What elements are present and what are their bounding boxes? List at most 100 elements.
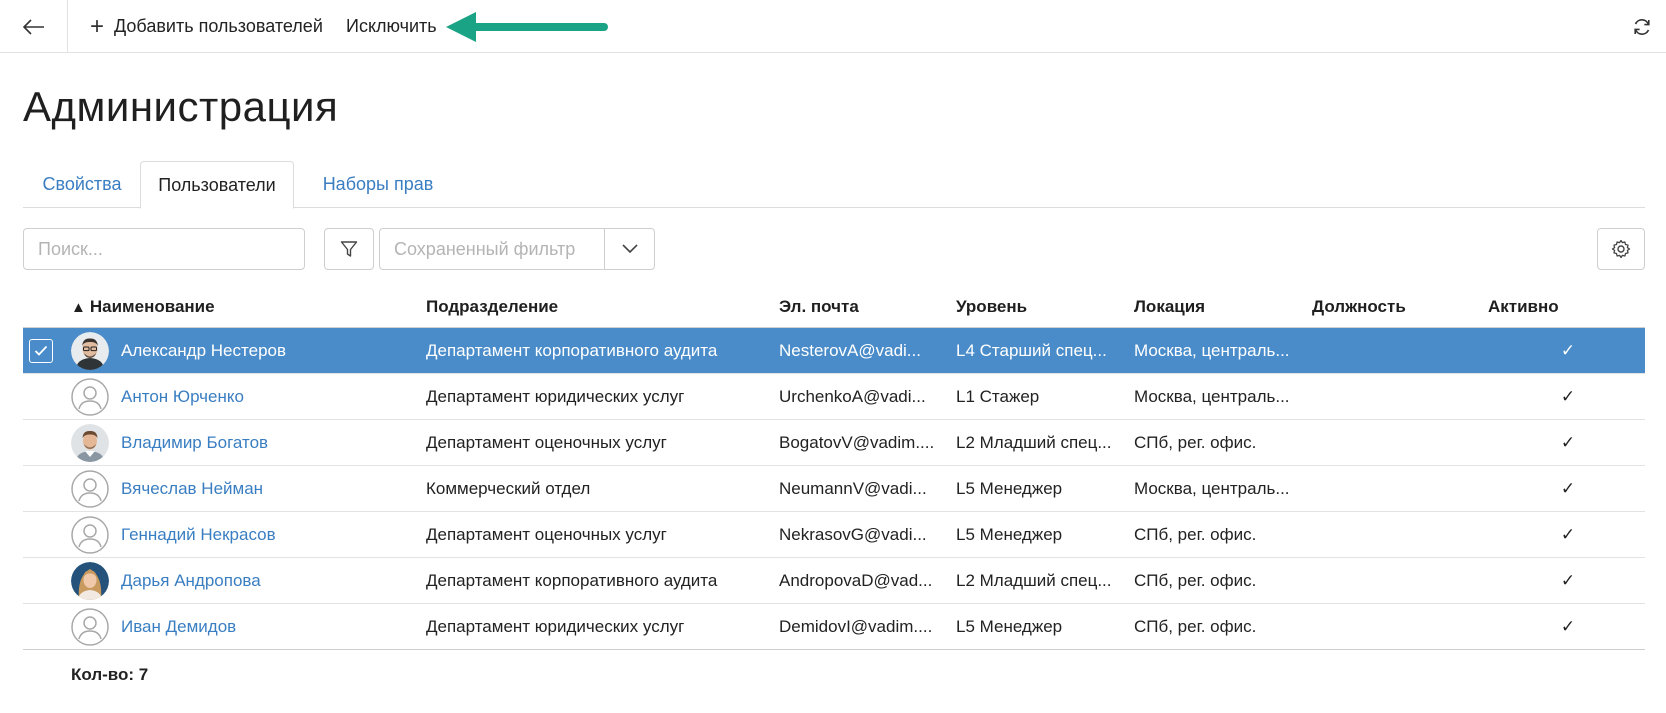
user-name[interactable]: Геннадий Некрасов bbox=[121, 512, 421, 558]
active-check-icon: ✓ bbox=[1560, 341, 1576, 360]
add-users-label: Добавить пользователей bbox=[114, 16, 323, 36]
avatar bbox=[71, 332, 109, 370]
top-toolbar: + Добавить пользователей Исключить bbox=[0, 0, 1666, 53]
column-header-name-label: Наименование bbox=[89, 297, 215, 316]
row-count: Кол-во: 7 bbox=[71, 665, 149, 684]
user-department: Департамент юридических услуг bbox=[426, 617, 685, 636]
user-name[interactable]: Дарья Андропова bbox=[121, 558, 421, 604]
gear-icon bbox=[1611, 239, 1631, 259]
user-level: L2 Младший спец... bbox=[956, 571, 1112, 590]
user-location: СПб, рег. офис. bbox=[1134, 525, 1257, 544]
user-department: Департамент оценочных услуг bbox=[426, 525, 667, 544]
avatar bbox=[71, 562, 109, 600]
user-level: L5 Менеджер bbox=[956, 479, 1063, 498]
tab-bar: Свойства Пользователи Наборы прав bbox=[23, 161, 1645, 209]
user-name[interactable]: Иван Демидов bbox=[121, 604, 421, 650]
annotation-arrow-icon bbox=[446, 12, 608, 42]
user-level: L5 Менеджер bbox=[956, 525, 1063, 544]
column-header-location[interactable]: Локация bbox=[1134, 286, 1205, 328]
saved-filter-dropdown-button[interactable] bbox=[604, 229, 654, 269]
refresh-button[interactable] bbox=[1632, 0, 1652, 53]
user-placeholder-icon bbox=[71, 516, 109, 554]
users-table: ▲ Наименование Подразделение Эл. почта У… bbox=[23, 286, 1645, 650]
funnel-icon bbox=[340, 241, 358, 257]
user-email: NeumannV@vadi... bbox=[779, 479, 927, 498]
table-row[interactable]: Александр Нестеров Департамент корпорати… bbox=[23, 328, 1645, 374]
user-level: L4 Старший спец... bbox=[956, 341, 1107, 360]
active-check-icon: ✓ bbox=[1560, 525, 1576, 544]
page-title: Администрация bbox=[23, 83, 339, 130]
active-check-icon: ✓ bbox=[1560, 433, 1576, 452]
active-check-icon: ✓ bbox=[1560, 479, 1576, 498]
table-row[interactable]: Владимир Богатов Департамент оценочных у… bbox=[23, 420, 1645, 466]
user-position bbox=[1312, 328, 1472, 374]
user-email: UrchenkoA@vadi... bbox=[779, 387, 926, 406]
user-department: Коммерческий отдел bbox=[426, 479, 591, 498]
filter-button[interactable] bbox=[324, 228, 374, 270]
user-location: Москва, централь... bbox=[1134, 387, 1290, 406]
user-placeholder-icon bbox=[71, 470, 109, 508]
avatar bbox=[71, 424, 109, 462]
back-button[interactable] bbox=[0, 0, 68, 53]
saved-filter-placeholder: Сохраненный фильтр bbox=[394, 238, 576, 259]
exclude-button[interactable]: Исключить bbox=[346, 0, 437, 53]
column-header-position[interactable]: Должность bbox=[1312, 286, 1406, 328]
row-checkbox[interactable] bbox=[29, 328, 53, 374]
user-position bbox=[1312, 512, 1472, 558]
table-row[interactable]: Вячеслав Нейман Коммерческий отдел Neuma… bbox=[23, 466, 1645, 512]
user-department: Департамент юридических услуг bbox=[426, 387, 685, 406]
table-row[interactable]: Геннадий Некрасов Департамент оценочных … bbox=[23, 512, 1645, 558]
user-position bbox=[1312, 374, 1472, 420]
user-email: BogatovV@vadim.... bbox=[779, 433, 935, 452]
plus-icon: + bbox=[90, 12, 105, 40]
user-department: Департамент корпоративного аудита bbox=[426, 571, 718, 590]
user-location: Москва, централь... bbox=[1134, 479, 1290, 498]
column-header-level[interactable]: Уровень bbox=[956, 286, 1027, 328]
table-row[interactable]: Дарья Андропова Департамент корпоративно… bbox=[23, 558, 1645, 604]
active-check-icon: ✓ bbox=[1560, 571, 1576, 590]
tab-permission-sets[interactable]: Наборы прав bbox=[307, 161, 449, 208]
user-name[interactable]: Вячеслав Нейман bbox=[121, 466, 421, 512]
user-location: Москва, централь... bbox=[1134, 341, 1290, 360]
user-department: Департамент корпоративного аудита bbox=[426, 341, 718, 360]
column-header-department[interactable]: Подразделение bbox=[426, 286, 558, 328]
user-position bbox=[1312, 420, 1472, 466]
user-placeholder-icon bbox=[71, 608, 109, 646]
column-header-active[interactable]: Активно bbox=[1488, 286, 1559, 328]
user-position bbox=[1312, 466, 1472, 512]
active-check-icon: ✓ bbox=[1560, 617, 1576, 636]
tab-properties[interactable]: Свойства bbox=[23, 161, 141, 208]
user-email: NesterovA@vadi... bbox=[779, 341, 921, 360]
checkbox-checked-icon bbox=[29, 339, 53, 363]
user-placeholder-icon bbox=[71, 378, 109, 416]
user-position bbox=[1312, 604, 1472, 650]
chevron-down-icon bbox=[621, 244, 638, 254]
user-email: AndropovaD@vad... bbox=[779, 571, 933, 590]
user-level: L5 Менеджер bbox=[956, 617, 1063, 636]
refresh-icon bbox=[1634, 18, 1650, 35]
saved-filter-select[interactable]: Сохраненный фильтр bbox=[379, 228, 655, 270]
user-name[interactable]: Владимир Богатов bbox=[121, 420, 421, 466]
user-level: L1 Стажер bbox=[956, 387, 1040, 406]
user-location: СПб, рег. офис. bbox=[1134, 433, 1257, 452]
table-row[interactable]: Антон Юрченко Департамент юридических ус… bbox=[23, 374, 1645, 420]
add-users-button[interactable]: + Добавить пользователей bbox=[90, 0, 323, 53]
column-header-email[interactable]: Эл. почта bbox=[779, 286, 859, 328]
column-header-name[interactable]: ▲ Наименование bbox=[71, 286, 215, 328]
table-settings-button[interactable] bbox=[1597, 228, 1645, 270]
sort-ascending-icon: ▲ bbox=[71, 298, 86, 316]
tab-users[interactable]: Пользователи bbox=[140, 161, 294, 209]
user-location: СПб, рег. офис. bbox=[1134, 571, 1257, 590]
user-department: Департамент оценочных услуг bbox=[426, 433, 667, 452]
table-row[interactable]: Иван Демидов Департамент юридических усл… bbox=[23, 604, 1645, 650]
user-email: DemidovI@vadim.... bbox=[779, 617, 933, 636]
table-header: ▲ Наименование Подразделение Эл. почта У… bbox=[23, 286, 1645, 328]
search-input[interactable] bbox=[23, 228, 305, 270]
arrow-left-icon bbox=[22, 18, 44, 35]
user-level: L2 Младший спец... bbox=[956, 433, 1112, 452]
user-position bbox=[1312, 558, 1472, 604]
user-name[interactable]: Антон Юрченко bbox=[121, 374, 421, 420]
user-location: СПб, рег. офис. bbox=[1134, 617, 1257, 636]
user-name[interactable]: Александр Нестеров bbox=[121, 328, 421, 374]
user-email: NekrasovG@vadi... bbox=[779, 525, 927, 544]
